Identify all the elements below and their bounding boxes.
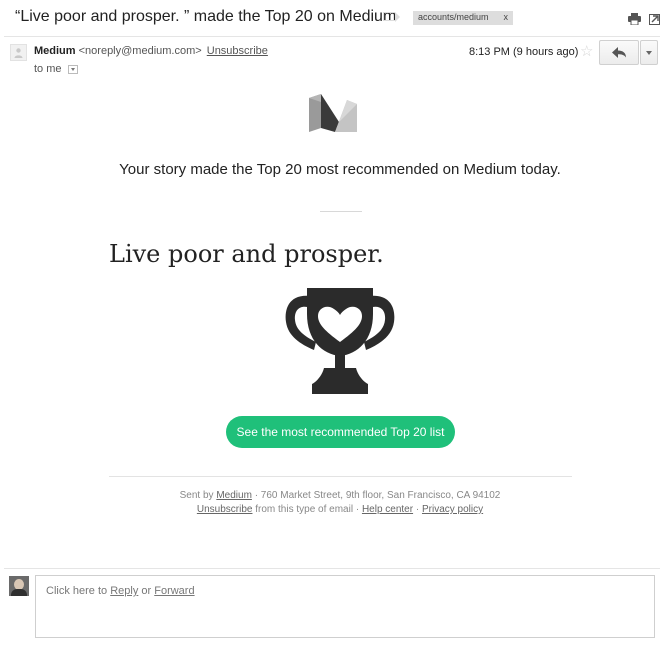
footer-address: · 760 Market Street, 9th floor, San Fran…: [254, 490, 501, 501]
reply-divider: [4, 568, 660, 569]
footer-sent-by: Sent by: [179, 490, 214, 501]
footer-unsubscribe-link[interactable]: Unsubscribe: [197, 504, 253, 515]
medium-logo: [309, 94, 357, 137]
top20-message: Your story made the Top 20 most recommen…: [119, 161, 561, 178]
email-subject: “Live poor and prosper. ” made the Top 2…: [15, 8, 397, 25]
header-divider: [4, 36, 660, 37]
reply-arrow-icon: [612, 47, 626, 58]
recipient-line: to me: [34, 63, 78, 75]
label-chip[interactable]: accounts/medium x: [413, 11, 513, 25]
reply-button[interactable]: [599, 40, 639, 65]
story-title: Live poor and prosper.: [109, 240, 384, 268]
sender-avatar: [10, 44, 27, 61]
print-icon[interactable]: [628, 12, 641, 30]
top20-list-button[interactable]: See the most recommended Top 20 list: [226, 416, 455, 448]
label-remove-button[interactable]: x: [504, 12, 509, 22]
avatar-body: [11, 589, 27, 596]
star-icon[interactable]: ☆: [580, 44, 593, 59]
more-options-button[interactable]: [640, 40, 658, 65]
sender-name: Medium: [34, 45, 76, 57]
unsubscribe-link[interactable]: Unsubscribe: [207, 45, 268, 57]
timestamp: 8:13 PM (9 hours ago): [469, 46, 579, 58]
footer-from-type: from this type of email ·: [255, 504, 360, 515]
show-details-icon[interactable]: [67, 64, 78, 74]
footer-sender-line: Sent by Medium · 760 Market Street, 9th …: [0, 490, 668, 501]
reply-or-text: or: [141, 585, 152, 597]
subject-bar: “Live poor and prosper. ” made the Top 2…: [0, 0, 668, 34]
trophy-heart-icon: [280, 284, 400, 401]
person-icon: [14, 48, 23, 58]
footer-separator: ·: [415, 504, 420, 515]
important-marker-icon[interactable]: [383, 12, 400, 22]
footer-medium-link[interactable]: Medium: [216, 490, 252, 501]
reply-box[interactable]: Click here to Reply or Forward: [35, 575, 655, 638]
recipient-text: to me: [34, 63, 62, 75]
user-avatar: [9, 576, 29, 596]
sender-line: Medium <noreply@medium.com> Unsubscribe: [34, 45, 268, 57]
reply-link[interactable]: Reply: [110, 585, 138, 597]
privacy-policy-link[interactable]: Privacy policy: [422, 504, 483, 515]
reply-prompt-text: Click here to: [46, 585, 108, 597]
footer-divider: [109, 476, 572, 477]
new-window-icon[interactable]: [649, 12, 660, 30]
sender-address: <noreply@medium.com>: [78, 45, 202, 57]
reply-prompt: Click here to Reply or Forward: [46, 585, 195, 597]
help-center-link[interactable]: Help center: [362, 504, 413, 515]
footer-links-line: Unsubscribe from this type of email · He…: [0, 504, 668, 515]
label-chip-text: accounts/medium: [418, 12, 489, 22]
forward-link[interactable]: Forward: [154, 585, 194, 597]
section-divider: [320, 211, 362, 212]
